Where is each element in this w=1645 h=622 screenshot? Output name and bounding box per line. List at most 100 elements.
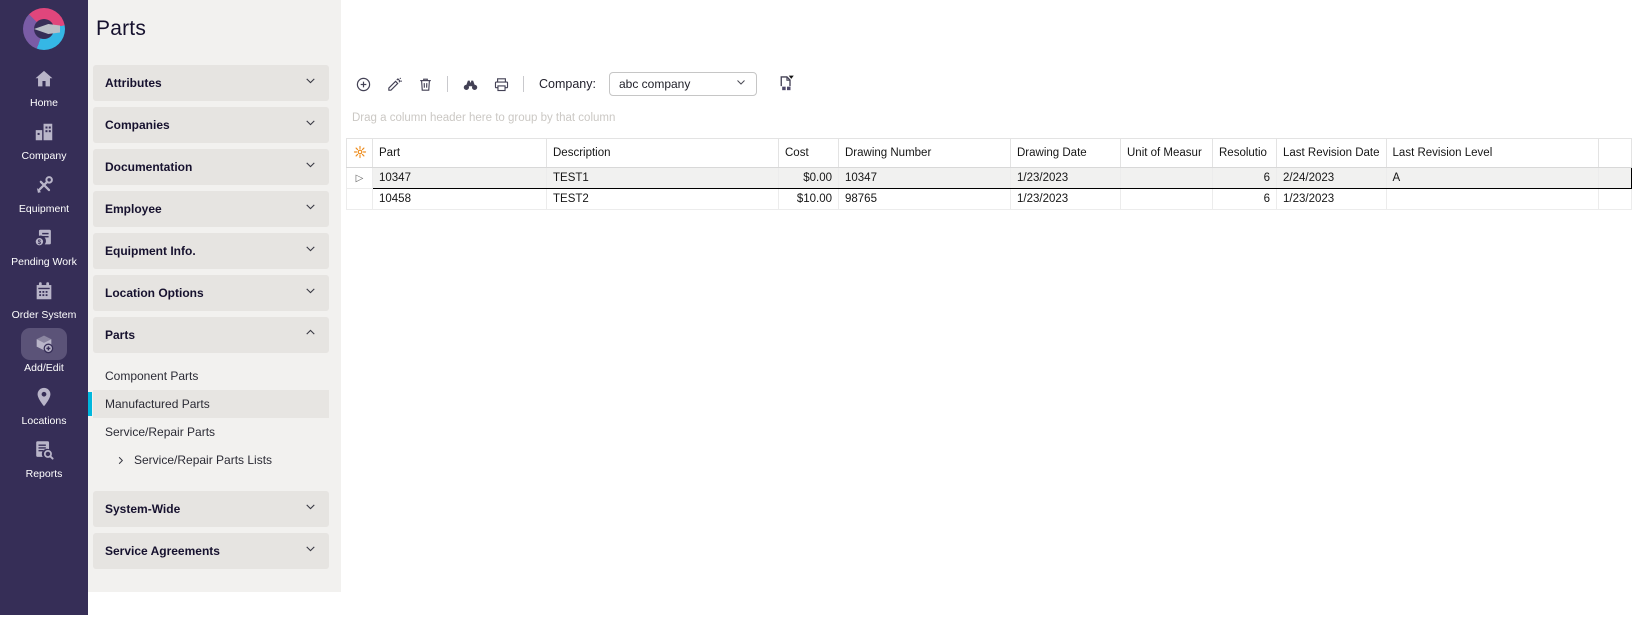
chevron-down-icon (304, 200, 317, 218)
toolbar: Company: abc company (350, 70, 799, 98)
chevron-right-icon (115, 455, 126, 466)
row-expand-arrow-icon[interactable] (347, 168, 373, 189)
sidebar-item-label: Order System (12, 309, 77, 321)
printer-icon (493, 76, 510, 93)
chevron-down-icon (304, 158, 317, 176)
nav-section-attributes[interactable]: Attributes (93, 65, 329, 101)
grid-cell: 1/23/2023 (1277, 189, 1387, 210)
main-content: Company: abc company Drag a column heade… (341, 0, 1645, 622)
nav-section-service-agreements[interactable]: Service Agreements (93, 533, 329, 569)
nav-item-label: Component Parts (105, 369, 198, 383)
nav-section-items: Component Parts Manufactured Parts Service… (93, 359, 329, 491)
column-header-cost[interactable]: Cost (779, 139, 839, 168)
nav-section-equipment-info[interactable]: Equipment Info. (93, 233, 329, 269)
company-select[interactable]: abc company (609, 72, 757, 96)
delete-button[interactable] (412, 71, 438, 97)
nav-section-label: Attributes (105, 76, 162, 90)
column-header-drawing-number[interactable]: Drawing Number (839, 139, 1011, 168)
chevron-down-icon (304, 284, 317, 302)
toolbar-separator (447, 76, 448, 92)
chevron-down-icon (304, 116, 317, 134)
nav-item-service-repair-parts[interactable]: Service/Repair Parts (93, 418, 329, 446)
nav-section-label: System-Wide (105, 502, 180, 516)
edit-button[interactable] (381, 71, 407, 97)
sidebar-item-label: Home (30, 97, 58, 109)
grid-cell: $0.00 (779, 168, 839, 189)
nav-section-companies[interactable]: Companies (93, 107, 329, 143)
nav-section-system-wide[interactable]: System-Wide (93, 491, 329, 527)
grid-cell: 6 (1213, 189, 1277, 210)
export-layout-button[interactable] (771, 71, 799, 97)
export-layout-icon (775, 74, 795, 94)
grid-cell (1121, 168, 1213, 189)
sidebar-item-label: Add/Edit (24, 362, 64, 374)
sidebar-item-add-edit[interactable]: Add/Edit (0, 328, 88, 381)
column-header-part[interactable]: Part (373, 139, 547, 168)
sidebar-item-order-system[interactable]: Order System (0, 275, 88, 328)
sidebar-item-label: Locations (22, 415, 67, 427)
nav-item-service-repair-parts-lists[interactable]: Service/Repair Parts Lists (93, 446, 329, 474)
sidebar-item-company[interactable]: Company (0, 116, 88, 169)
sidebar-item-equipment[interactable]: Equipment (0, 169, 88, 222)
nav-item-component-parts[interactable]: Component Parts (93, 362, 329, 390)
grid-cell: 10458 (373, 189, 547, 210)
nav-section-label: Service Agreements (105, 544, 220, 558)
binoculars-icon (462, 76, 479, 93)
sidebar-item-label: Company (22, 150, 67, 162)
column-header-filler (1598, 139, 1631, 168)
nav-section-label: Companies (105, 118, 170, 132)
column-header-last-revision-date[interactable]: Last Revision Date (1277, 139, 1387, 168)
grid-cell (1121, 189, 1213, 210)
grid-cell: 10347 (373, 168, 547, 189)
column-header-description[interactable]: Description (547, 139, 779, 168)
grid-cell: 1/23/2023 (1011, 189, 1121, 210)
company-select-value: abc company (619, 77, 690, 91)
sidebar-item-home[interactable]: Home (0, 63, 88, 116)
row-expand-arrow-icon[interactable] (347, 189, 373, 210)
home-icon (21, 63, 67, 95)
sidebar-item-pending-work[interactable]: $Pending Work (0, 222, 88, 275)
nav-section-employee[interactable]: Employee (93, 191, 329, 227)
column-header-drawing-date[interactable]: Drawing Date (1011, 139, 1121, 168)
print-button[interactable] (488, 71, 514, 97)
sidebar-item-reports[interactable]: Reports (0, 434, 88, 487)
column-header-unit-of-measur[interactable]: Unit of Measur (1121, 139, 1213, 168)
sidebar-item-locations[interactable]: Locations (0, 381, 88, 434)
nav-section-label: Location Options (105, 286, 204, 300)
sidebar-item-label: Pending Work (11, 256, 77, 268)
nav-item-manufactured-parts[interactable]: Manufactured Parts (93, 390, 329, 418)
grid-cell: 6 (1213, 168, 1277, 189)
equipment-icon (21, 169, 67, 201)
sidebar-item-label: Equipment (19, 203, 69, 215)
nav-item-label: Manufactured Parts (105, 397, 210, 411)
grid-row[interactable]: 10347TEST1$0.00103471/23/202362/24/2023A (347, 168, 1632, 189)
add-edit-icon (21, 328, 67, 360)
chevron-down-icon (304, 74, 317, 92)
find-button[interactable] (457, 71, 483, 97)
nav-section-parts[interactable]: Parts (93, 317, 329, 353)
add-button[interactable] (350, 71, 376, 97)
column-header-last-revision-level[interactable]: Last Revision Level (1386, 139, 1598, 168)
nav-section-label: Employee (105, 202, 162, 216)
grid-row[interactable]: 10458TEST2$10.00987651/23/202361/23/2023 (347, 189, 1632, 210)
sidebar: Home Company Equipment $Pending Work Order S… (0, 0, 88, 615)
nav-panel: Parts Attributes Companies Documentation Em… (88, 0, 341, 592)
nav-accordion: Attributes Companies Documentation Employee… (93, 65, 329, 575)
grid-cell: TEST2 (547, 189, 779, 210)
trash-icon (417, 76, 434, 93)
group-by-panel[interactable]: Drag a column header here to group by th… (352, 106, 615, 130)
column-header-resolutio[interactable]: Resolutio (1213, 139, 1277, 168)
nav-section-label: Documentation (105, 160, 192, 174)
nav-section-documentation[interactable]: Documentation (93, 149, 329, 185)
chevron-down-icon (735, 75, 747, 93)
nav-section-location-options[interactable]: Location Options (93, 275, 329, 311)
edit-wand-icon (386, 76, 403, 93)
sidebar-item-label: Reports (26, 468, 63, 480)
grid-cell: 10347 (839, 168, 1011, 189)
chevron-up-icon (304, 326, 317, 344)
grid-cell: 1/23/2023 (1011, 168, 1121, 189)
grid-cell-filler (1598, 189, 1631, 210)
company-icon (21, 116, 67, 148)
grid-corner-button[interactable] (347, 139, 373, 168)
parts-table: PartDescriptionCostDrawing NumberDrawing… (346, 138, 1632, 210)
